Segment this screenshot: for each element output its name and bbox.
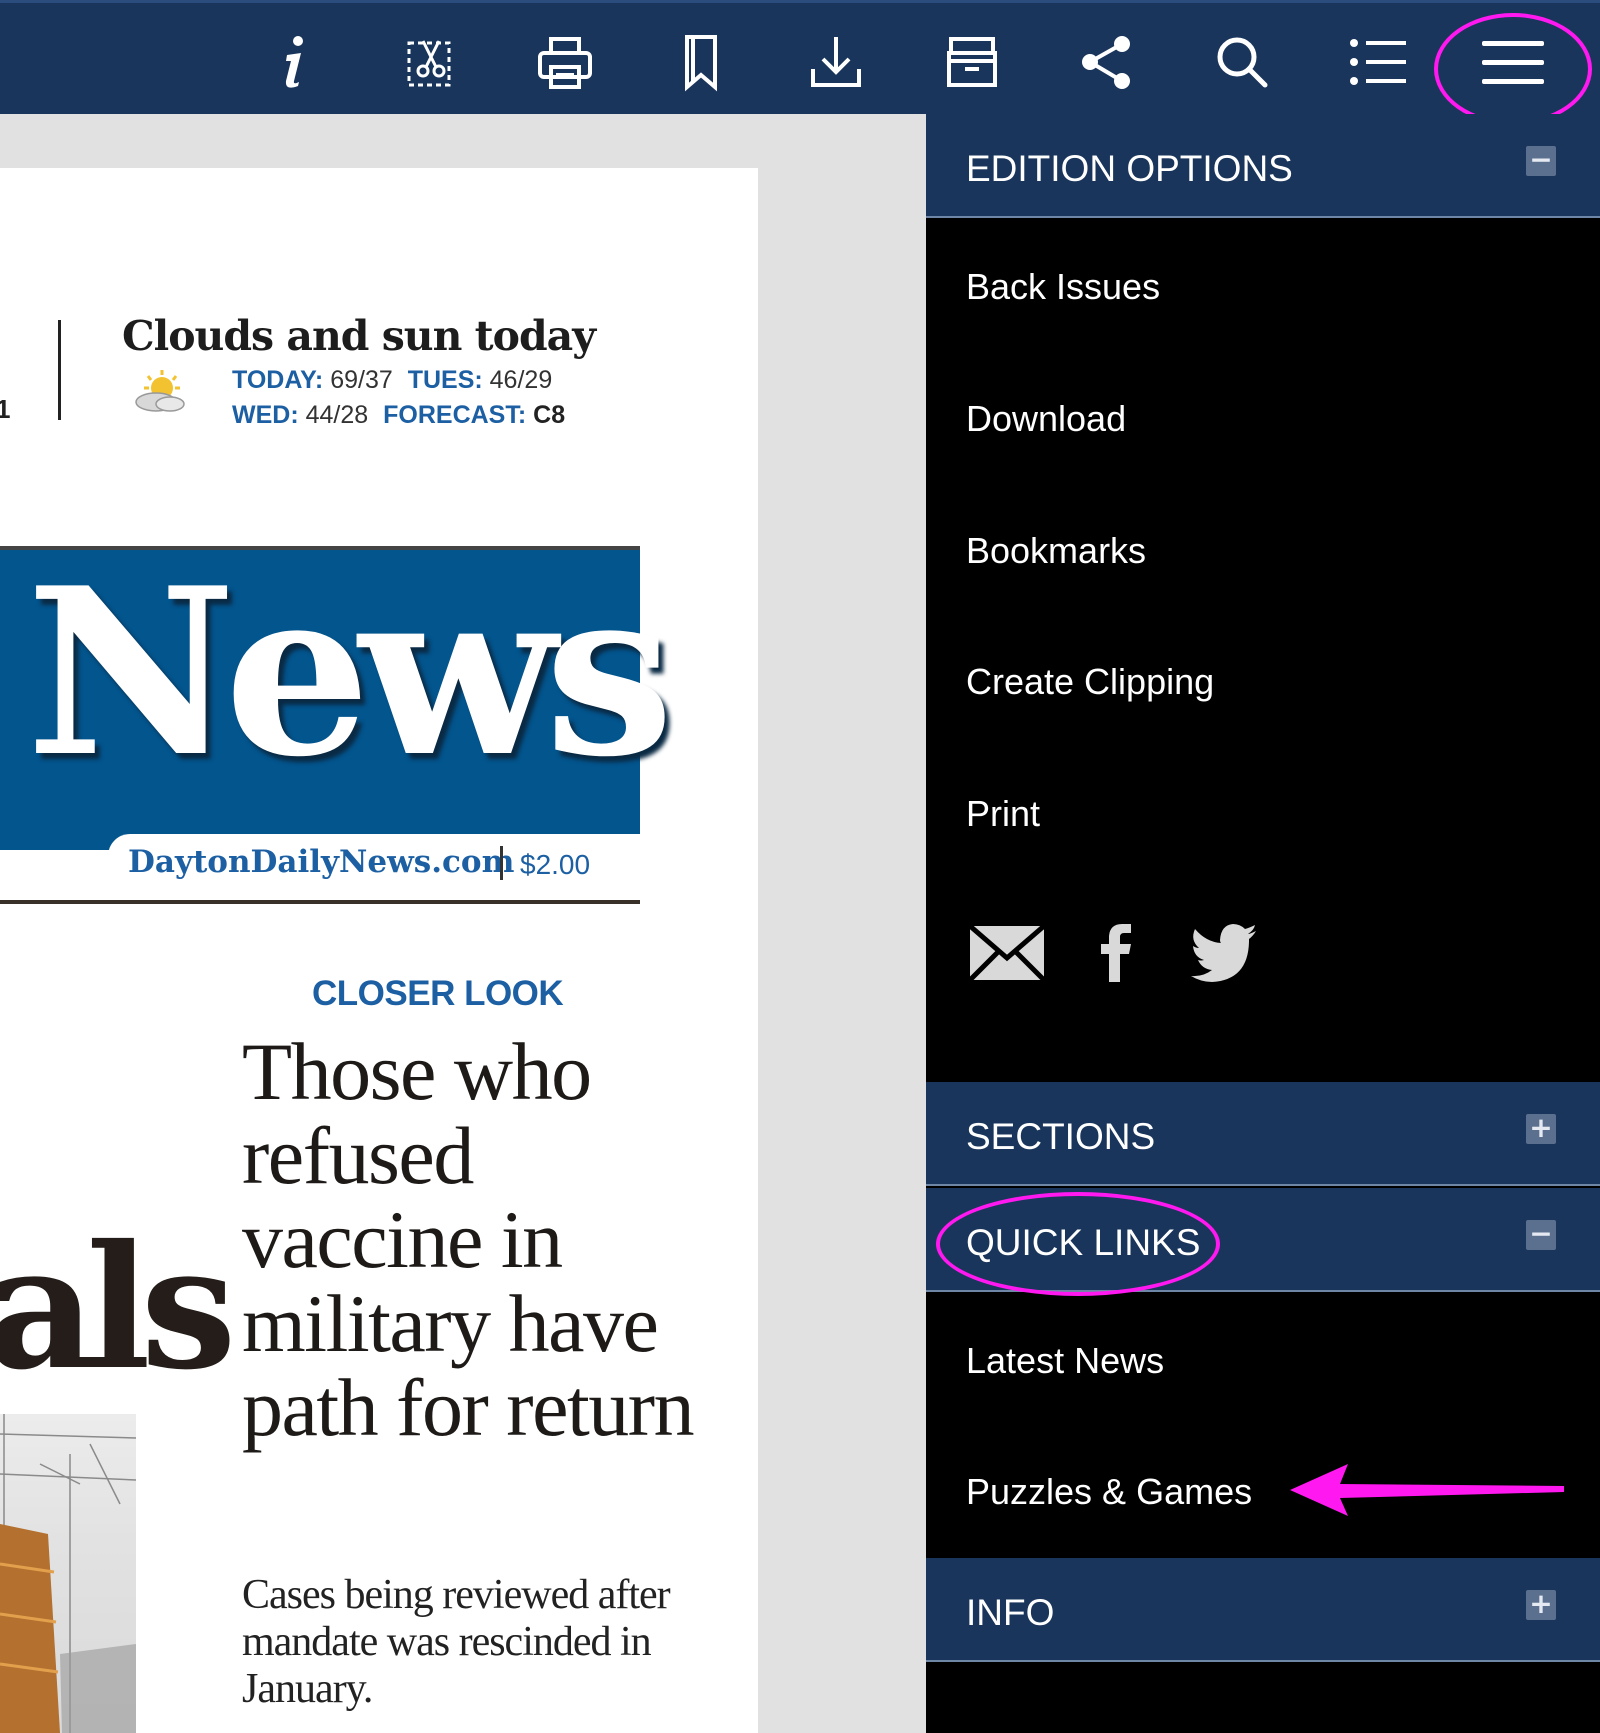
weather-forecast-label: FORECAST: <box>383 401 527 429</box>
weather-row-1: TODAY: 69/37 TUES: 46/29 <box>232 366 560 395</box>
masthead-title: News <box>26 538 674 808</box>
menu-item-latest-news[interactable]: Latest News <box>966 1340 1164 1382</box>
weather-wed-label: WED: <box>232 401 299 429</box>
arrow-annotation <box>1290 1464 1564 1516</box>
menu-item-create-clipping[interactable]: Create Clipping <box>966 661 1214 703</box>
info-header[interactable]: INFO + <box>926 1558 1600 1662</box>
top-toolbar <box>0 0 1600 125</box>
weather-tues-label: TUES: <box>407 366 483 394</box>
menu-item-download[interactable]: Download <box>966 398 1126 440</box>
download-icon[interactable] <box>791 17 881 107</box>
quick-links-header[interactable]: QUICK LINKS − <box>926 1188 1600 1292</box>
collapse-icon[interactable]: − <box>1526 146 1556 176</box>
search-icon[interactable] <box>1197 17 1287 107</box>
archive-icon[interactable] <box>927 17 1017 107</box>
menu-item-print[interactable]: Print <box>966 793 1040 835</box>
weather-today-label: TODAY: <box>232 366 324 394</box>
story-photo <box>0 1414 136 1733</box>
story-deck: Cases being reviewed after mandate was r… <box>242 1572 671 1712</box>
masthead-rule <box>0 900 640 904</box>
info-title: INFO <box>966 1592 1055 1633</box>
email-icon[interactable] <box>968 924 1046 982</box>
edition-options-title: EDITION OPTIONS <box>966 148 1293 189</box>
menu-item-bookmarks[interactable]: Bookmarks <box>966 530 1146 572</box>
sections-title: SECTIONS <box>966 1116 1156 1157</box>
menu-item-puzzles-games[interactable]: Puzzles & Games <box>966 1471 1252 1513</box>
expand-icon[interactable]: + <box>1526 1114 1556 1144</box>
partly-cloudy-icon <box>135 370 185 412</box>
newspaper-page[interactable]: 1 Clouds and sun today TODAY: 69/37 TUES… <box>0 168 758 1733</box>
twitter-icon[interactable] <box>1190 924 1258 982</box>
weather-wed-value: 44/28 <box>305 401 369 429</box>
share-icon[interactable] <box>1062 17 1152 107</box>
story-kicker: CLOSER LOOK <box>312 974 564 1013</box>
quick-links-title: QUICK LINKS <box>966 1222 1201 1263</box>
newspaper-viewer: 1 Clouds and sun today TODAY: 69/37 TUES… <box>0 114 926 1733</box>
weather-row-2: WED: 44/28 FORECAST: C8 <box>232 401 573 430</box>
edition-options-header[interactable]: EDITION OPTIONS − <box>926 114 1600 218</box>
bookmark-icon[interactable] <box>656 17 746 107</box>
weather-forecast-value: C8 <box>533 401 566 429</box>
list-icon[interactable] <box>1332 17 1422 107</box>
expand-icon[interactable]: + <box>1526 1590 1556 1620</box>
info-icon[interactable] <box>249 17 339 107</box>
weather-headline: Clouds and sun today <box>122 312 596 360</box>
weather-tues-value: 46/29 <box>489 366 553 394</box>
clipping-icon[interactable] <box>385 17 475 107</box>
story-headline: Those who refused vaccine in military ha… <box>242 1026 695 1453</box>
site-url: DaytonDailyNews.com <box>128 844 515 880</box>
menu-item-back-issues[interactable]: Back Issues <box>966 266 1160 308</box>
cut-off-headline: als <box>0 1208 236 1408</box>
cut-weather-text: 1 <box>0 394 11 424</box>
weather-today-value: 69/37 <box>330 366 393 394</box>
sections-header[interactable]: SECTIONS + <box>926 1082 1600 1186</box>
masthead: News <box>0 546 674 850</box>
price: $2.00 <box>520 849 591 880</box>
menu-icon[interactable] <box>1468 17 1558 107</box>
weather-divider <box>58 320 61 420</box>
print-icon[interactable] <box>520 17 610 107</box>
facebook-icon[interactable] <box>1098 924 1134 982</box>
collapse-icon[interactable]: − <box>1526 1220 1556 1250</box>
url-divider <box>500 846 503 880</box>
